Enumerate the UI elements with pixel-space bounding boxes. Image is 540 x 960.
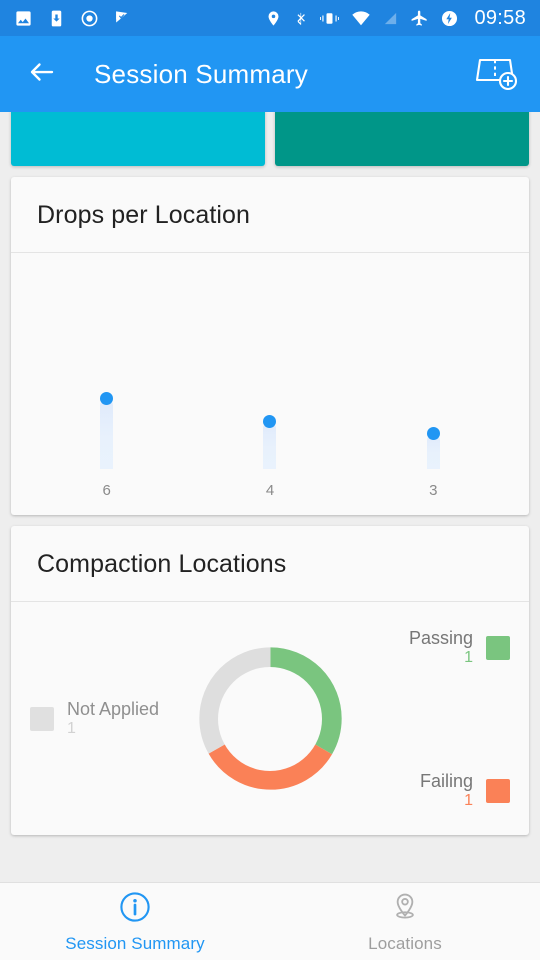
vibrate-icon [319, 9, 340, 28]
compaction-donut-chart[interactable]: Passing 1 Failing 1 Not Applied 1 [11, 602, 529, 835]
nav-item-locations[interactable]: Locations [270, 883, 540, 960]
status-bar: 09:58 [0, 0, 540, 36]
legend-value: 1 [464, 649, 473, 667]
card-header: Compaction Locations [11, 526, 529, 602]
status-time: 09:58 [474, 6, 526, 29]
notification-icons [14, 9, 132, 28]
map-pin-icon [388, 890, 422, 929]
scroll-content[interactable]: 91.17 MPa 1559.12 dmm Drops per Location [0, 112, 540, 882]
stat-card-stiffness[interactable]: 91.17 MPa [11, 112, 265, 166]
legend-label: Passing [408, 628, 473, 648]
legend-swatch-passing [486, 636, 510, 661]
lollipop-dot [426, 427, 440, 440]
drops-card-title: Drops per Location [37, 201, 251, 229]
compaction-card-title: Compaction Locations [37, 550, 287, 578]
legend-swatch-failing [486, 778, 510, 803]
airplane-mode-icon [410, 9, 429, 28]
legend-item-not-applied[interactable]: Not Applied 1 [30, 698, 159, 738]
legend-item-passing[interactable]: Passing 1 [409, 628, 510, 668]
legend-value: 1 [67, 719, 76, 737]
lollipop-label: 4 [265, 482, 275, 499]
stat-card-deflection[interactable]: 1559.12 dmm [275, 112, 529, 166]
system-icons: 09:58 [265, 7, 526, 30]
legend-value: 1 [464, 792, 473, 810]
lollipop-axis-labels: 6 4 3 [11, 482, 529, 499]
lollipop-plot-area [11, 253, 529, 469]
compaction-locations-card: Compaction Locations Passing 1 Failing 1… [11, 526, 529, 835]
image-icon [14, 9, 33, 28]
bluetooth-icon [293, 9, 308, 28]
legend-item-failing[interactable]: Failing 1 [420, 771, 510, 811]
lollipop-stem [100, 399, 114, 469]
legend-label: Failing [419, 770, 473, 791]
legend-text: Not Applied 1 [67, 698, 159, 738]
donut-center-hole [218, 666, 322, 771]
nav-label: Locations [368, 933, 442, 953]
battery-charging-icon [440, 9, 459, 28]
legend-text: Passing 1 [409, 628, 473, 668]
signal-off-icon [382, 9, 399, 28]
add-area-button[interactable] [470, 48, 522, 100]
lollipop-label: 3 [429, 482, 438, 499]
check-flag-icon [113, 9, 132, 28]
add-area-icon [473, 51, 519, 98]
lollipop-item[interactable] [188, 253, 351, 469]
nav-label: Session Summary [65, 933, 205, 953]
lollipop-item[interactable] [25, 253, 188, 469]
lollipop-label: 6 [102, 482, 111, 499]
donut-graphic[interactable] [173, 621, 368, 816]
record-dot-icon [80, 9, 99, 28]
card-header: Drops per Location [11, 177, 529, 253]
stat-card-row: 91.17 MPa 1559.12 dmm [0, 112, 540, 166]
location-pin-icon [265, 9, 282, 28]
legend-text: Failing 1 [420, 771, 473, 811]
lollipop-item[interactable] [352, 253, 515, 469]
legend-swatch-not-applied [30, 706, 54, 731]
drops-chart[interactable]: 6 4 3 [11, 253, 529, 515]
info-circle-icon [118, 890, 152, 929]
lollipop-stem [263, 422, 277, 469]
page-title: Session Summary [94, 58, 308, 89]
bottom-navigation: Session Summary Locations [0, 882, 540, 960]
drops-per-location-card: Drops per Location 6 4 3 [11, 177, 529, 515]
wifi-icon [351, 9, 371, 28]
back-arrow-icon [27, 57, 57, 92]
download-to-device-icon [47, 9, 66, 28]
legend-label: Not Applied [67, 698, 160, 719]
back-button[interactable] [18, 50, 66, 98]
app-bar: Session Summary [0, 36, 540, 112]
nav-item-session-summary[interactable]: Session Summary [0, 883, 270, 960]
